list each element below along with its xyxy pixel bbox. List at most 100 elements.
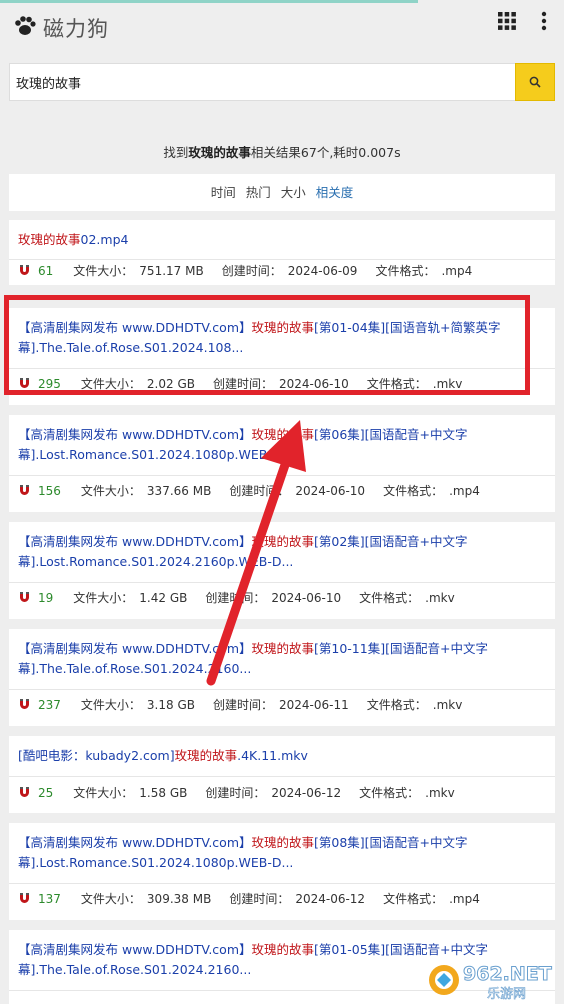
card-divider	[9, 689, 555, 690]
created-date: 2024-06-12	[295, 892, 366, 906]
result-meta: 61 文件大小： 751.17 MB 创建时间： 2024-06-09 文件格式： .mp4	[19, 263, 490, 279]
file-format: .mp4	[449, 484, 480, 498]
magnet-icon[interactable]	[19, 592, 30, 603]
title-keyword: 玫瑰的故事	[18, 232, 81, 247]
svg-text:乐游网: 乐游网	[487, 987, 526, 1002]
created-date: 2024-06-09	[287, 264, 358, 278]
created-date: 2024-06-10	[295, 484, 366, 498]
format-label: 文件格式：	[383, 892, 444, 906]
app-title[interactable]: 磁力狗	[43, 13, 109, 43]
format-label: 文件格式：	[359, 591, 420, 605]
created-label: 创建时间：	[205, 591, 266, 605]
file-size: 1.42 GB	[139, 591, 188, 605]
result-card[interactable]: 【高清剧集网发布 www.DDHDTV.com】玫瑰的故事[第08集][国语配音…	[9, 823, 555, 920]
created-date: 2024-06-11	[279, 698, 349, 712]
created-label: 创建时间：	[213, 377, 274, 391]
size-label: 文件大小：	[80, 892, 141, 906]
magnet-icon[interactable]	[19, 787, 30, 798]
result-meta: 137 文件大小： 309.38 MB 创建时间： 2024-06-12 文件格式： .mp…	[19, 891, 498, 907]
result-title-link[interactable]: 【高清剧集网发布 www.DDHDTV.com】玫瑰的故事[第01-04集][国…	[9, 308, 555, 368]
result-meta: 19 文件大小： 1.42 GB 创建时间： 2024-06-10 文件格式： .mkv	[19, 590, 473, 606]
result-card[interactable]: 【高清剧集网发布 www.DDHDTV.com】玫瑰的故事[第06集][国语配音…	[9, 415, 555, 512]
search-input[interactable]	[16, 64, 506, 100]
result-card[interactable]: 玫瑰的故事02.mp4 61 文件大小： 751.17 MB 创建时间： 2024-06-…	[9, 220, 555, 285]
sort-time[interactable]: 时间	[211, 185, 236, 200]
result-card[interactable]: [酷吧电影：kubady2.com]玫瑰的故事.4K.11.mkv 25 文件大小：…	[9, 736, 555, 813]
title-prefix: 【高清剧集网发布 www.DDHDTV.com】	[18, 942, 252, 957]
result-summary: 找到玫瑰的故事相关结果67个,耗时0.007s	[0, 142, 564, 161]
size-label: 文件大小：	[73, 786, 134, 800]
card-divider	[9, 368, 555, 369]
magnet-icon[interactable]	[19, 265, 30, 276]
title-prefix: [酷吧电影：kubady2.com]	[18, 748, 175, 763]
title-keyword: 玫瑰的故事	[251, 835, 315, 850]
format-label: 文件格式：	[383, 484, 444, 498]
title-suffix: .4K.11.mkv	[237, 748, 308, 763]
card-divider	[9, 776, 555, 777]
file-format: .mkv	[425, 786, 455, 800]
result-meta: 295 文件大小： 2.02 GB 创建时间： 2024-06-10 文件格式： .mkv	[19, 376, 480, 392]
size-label: 文件大小：	[80, 484, 141, 498]
result-card[interactable]: 【高清剧集网发布 www.DDHDTV.com】玫瑰的故事[第02集][国语配音…	[9, 522, 555, 619]
title-prefix: 【高清剧集网发布 www.DDHDTV.com】	[18, 320, 252, 335]
result-title-link[interactable]: [酷吧电影：kubady2.com]玫瑰的故事.4K.11.mkv	[9, 736, 555, 776]
paw-logo-icon[interactable]	[14, 15, 36, 37]
seed-count: 137	[38, 892, 61, 906]
file-size: 2.02 GB	[146, 377, 195, 391]
format-label: 文件格式：	[359, 786, 420, 800]
result-title-link[interactable]: 【高清剧集网发布 www.DDHDTV.com】玫瑰的故事[第10-11集][国…	[9, 629, 555, 689]
result-meta: 25 文件大小： 1.58 GB 创建时间： 2024-06-12 文件格式： .mkv	[19, 785, 473, 801]
result-title-link[interactable]: 【高清剧集网发布 www.DDHDTV.com】玫瑰的故事[第02集][国语配音…	[9, 522, 555, 582]
result-title-link[interactable]: 玫瑰的故事02.mp4	[9, 220, 555, 260]
format-label: 文件格式：	[366, 377, 427, 391]
magnet-icon[interactable]	[19, 699, 30, 710]
svg-text:962.NET: 962.NET	[463, 963, 552, 985]
card-divider	[9, 883, 555, 884]
format-label: 文件格式：	[366, 698, 427, 712]
title-keyword: 玫瑰的故事	[251, 942, 315, 957]
seed-count: 295	[38, 377, 61, 391]
sort-size[interactable]: 大小	[281, 185, 306, 200]
card-divider	[9, 475, 555, 476]
title-keyword: 玫瑰的故事	[251, 641, 315, 656]
result-title-link[interactable]: 【高清剧集网发布 www.DDHDTV.com】玫瑰的故事[第06集][国语配音…	[9, 415, 555, 475]
sort-relevance[interactable]: 相关度	[316, 185, 354, 200]
more-vertical-icon[interactable]	[540, 11, 548, 31]
summary-suffix: 相关结果67个,耗时0.007s	[250, 145, 401, 160]
seed-count: 156	[38, 484, 61, 498]
search-box	[9, 63, 515, 101]
seed-count: 237	[38, 698, 61, 712]
title-keyword: 玫瑰的故事	[251, 534, 315, 549]
result-card[interactable]: 【高清剧集网发布 www.DDHDTV.com】玫瑰的故事[第10-11集][国…	[9, 629, 555, 726]
result-meta: 237 文件大小： 3.18 GB 创建时间： 2024-06-11 文件格式： .mkv	[19, 697, 480, 713]
file-format: .mkv	[432, 698, 463, 712]
result-card[interactable]: 【高清剧集网发布 www.DDHDTV.com】玫瑰的故事[第01-04集][国…	[9, 308, 555, 405]
file-size: 1.58 GB	[139, 786, 188, 800]
magnet-icon[interactable]	[19, 485, 30, 496]
created-label: 创建时间：	[205, 786, 266, 800]
title-prefix: 【高清剧集网发布 www.DDHDTV.com】	[18, 835, 252, 850]
file-format: .mkv	[432, 377, 463, 391]
sort-bar: 时间 热门 大小 相关度	[9, 174, 555, 211]
title-prefix: 【高清剧集网发布 www.DDHDTV.com】	[18, 427, 252, 442]
card-divider	[9, 259, 555, 260]
title-keyword: 玫瑰的故事	[174, 748, 238, 763]
title-prefix: 【高清剧集网发布 www.DDHDTV.com】	[18, 534, 252, 549]
result-title-link[interactable]: 【高清剧集网发布 www.DDHDTV.com】玫瑰的故事[第08集][国语配音…	[9, 823, 555, 883]
result-meta: 156 文件大小： 337.66 MB 创建时间： 2024-06-10 文件格式： .mp…	[19, 483, 498, 499]
apps-grid-icon[interactable]	[498, 12, 516, 30]
size-label: 文件大小：	[80, 698, 141, 712]
summary-prefix: 找到	[163, 145, 189, 160]
sort-popular[interactable]: 热门	[246, 185, 271, 200]
search-button[interactable]	[515, 63, 555, 101]
created-label: 创建时间：	[213, 698, 274, 712]
created-label: 创建时间：	[229, 484, 290, 498]
magnet-icon[interactable]	[19, 378, 30, 389]
file-size: 751.17 MB	[139, 264, 204, 278]
site-watermark: 962.NET 乐游网	[429, 963, 552, 1002]
format-label: 文件格式：	[375, 264, 436, 278]
magnet-icon[interactable]	[19, 893, 30, 904]
title-keyword: 玫瑰的故事	[251, 320, 315, 335]
file-format: .mkv	[425, 591, 455, 605]
created-date: 2024-06-10	[271, 591, 342, 605]
